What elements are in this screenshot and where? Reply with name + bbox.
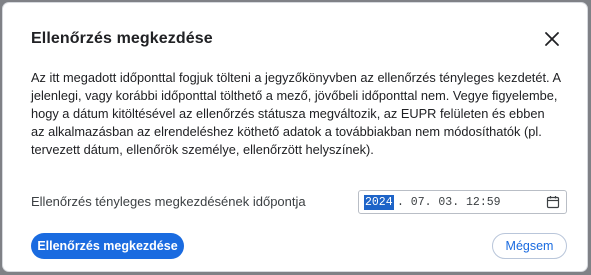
datetime-year-segment[interactable]: 2024 [364,195,394,210]
start-datetime-label: Ellenőrzés tényleges megkezdésének időpo… [31,194,306,209]
start-datetime-input[interactable]: 2024 . 07. 03. 12:59 [358,190,567,214]
start-inspection-button[interactable]: Ellenőrzés megkezdése [31,233,184,259]
datetime-rest-segment[interactable]: . 07. 03. 12:59 [397,195,501,210]
cancel-button[interactable]: Mégsem [492,233,567,259]
calendar-icon[interactable] [546,195,560,209]
close-icon[interactable] [541,28,563,50]
start-inspection-dialog: Ellenőrzés megkezdése Az itt megadott id… [2,2,588,272]
dialog-title: Ellenőrzés megkezdése [31,30,213,47]
dialog-description: Az itt megadott időponttal fogjuk tölten… [31,70,561,157]
